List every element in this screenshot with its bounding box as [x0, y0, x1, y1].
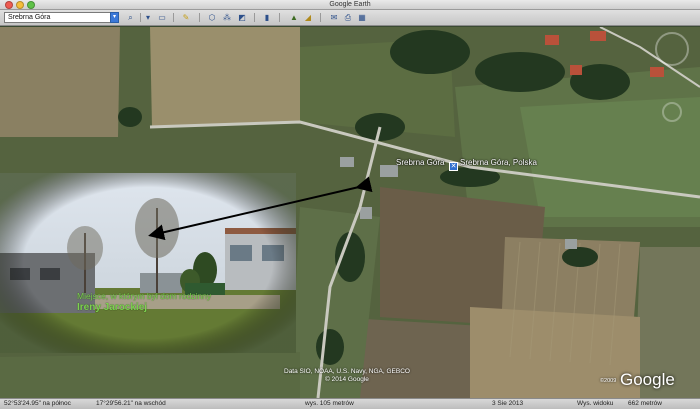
field — [150, 27, 300, 127]
title-bar: Google Earth — [0, 0, 700, 10]
photo-caption-line2: Ireny Jarockiej — [77, 302, 148, 313]
google-earth-window: Google Earth Srebrna Góra ▾ ⌕ ▾ ▭ ✎ ⬡ ⁂ … — [0, 0, 700, 409]
toolbar-separator — [320, 13, 321, 22]
email-icon[interactable]: ✉ — [328, 12, 340, 23]
longitude-readout: 17°29'56.21" na wschód — [96, 400, 166, 407]
print-icon[interactable]: ⎙ — [342, 12, 354, 23]
placemark-label[interactable]: Srebrna Góra, Polska — [460, 158, 537, 167]
search-dropdown-button[interactable]: ▾ — [110, 12, 119, 23]
status-bar: 52°53'24.95" na północ 17°29'56.21" na w… — [0, 398, 700, 409]
imagery-date: 3 Sie 2013 — [492, 400, 524, 407]
photo-caption-line1: Miejsce, w którym był dom rodzinny — [77, 291, 212, 301]
view-altitude-label: Wys. widoku — [577, 400, 614, 407]
google-logo: Google — [620, 370, 675, 389]
latitude-readout: 52°53'24.95" na północ — [4, 400, 71, 407]
field — [0, 27, 120, 137]
ruler-icon[interactable]: ◢ — [302, 12, 314, 23]
placemark-icon[interactable]: ✎ — [180, 12, 192, 23]
placemark-icon[interactable]: ✕ — [449, 162, 458, 171]
search-input[interactable]: Srebrna Góra — [4, 12, 118, 23]
toolbar-separator — [140, 13, 141, 22]
inset-photo — [0, 173, 296, 353]
sky-icon[interactable]: ▲ — [288, 12, 300, 23]
credits-line2: © 2014 Google — [325, 376, 369, 383]
village-label[interactable]: Srebrna Góra — [396, 158, 444, 167]
overlay-icon[interactable]: ◩ — [236, 12, 248, 23]
polygon-icon[interactable]: ⬡ — [206, 12, 218, 23]
view-altitude-value: 662 metrów — [628, 400, 662, 407]
toolbar-separator — [173, 13, 174, 22]
field — [520, 97, 700, 217]
house-location-photo — [0, 173, 296, 353]
credits-line1: Data SIO, NOAA, U.S. Navy, NGA, GEBCO — [284, 368, 410, 375]
elevation-readout: wys. 105 metrów — [305, 400, 354, 407]
chevron-down-icon[interactable]: ▾ — [144, 12, 152, 23]
toolbar-separator — [254, 13, 255, 22]
maps-icon[interactable]: ▦ — [356, 12, 368, 23]
sidebar-toggle-icon[interactable]: ▭ — [156, 12, 168, 23]
tour-icon[interactable]: ▮ — [262, 12, 272, 23]
map-view[interactable]: Srebrna Góra ✕ Srebrna Góra, Polska Miej… — [0, 27, 700, 398]
field — [470, 307, 640, 398]
window-title: Google Earth — [329, 1, 371, 8]
search-icon[interactable]: ⌕ — [125, 12, 136, 23]
toolbar: Srebrna Góra ▾ ⌕ ▾ ▭ ✎ ⬡ ⁂ ◩ ▮ ▲ ◢ ✉ ⎙ ▦ — [0, 10, 700, 26]
copyright-year: ©2009 — [600, 378, 617, 384]
path-icon[interactable]: ⁂ — [221, 12, 233, 23]
toolbar-separator — [279, 13, 280, 22]
field — [0, 352, 300, 398]
imagery-credits: Data SIO, NOAA, U.S. Navy, NGA, GEBCO © … — [284, 368, 410, 384]
toolbar-separator — [199, 13, 200, 22]
